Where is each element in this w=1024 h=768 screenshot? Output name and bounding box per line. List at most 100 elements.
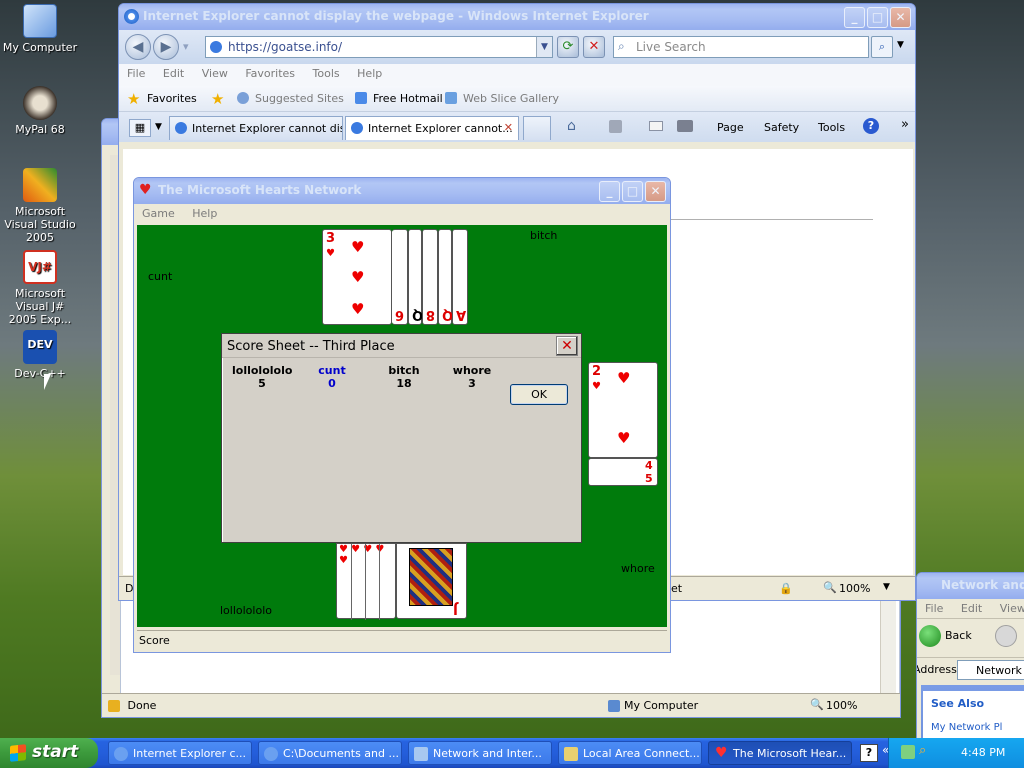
- zoom-icon[interactable]: 🔍: [823, 581, 837, 594]
- forward-arrow-icon[interactable]: ▶: [153, 34, 179, 60]
- desktop-icon-visual-jsharp[interactable]: VJ# Microsoft Visual J# 2005 Exp...: [0, 250, 80, 326]
- score-player-name: lollolololo: [232, 364, 293, 377]
- search-tray-icon[interactable]: ⌕: [919, 743, 926, 758]
- search-go-button[interactable]: ⌕: [871, 36, 893, 58]
- tab-2[interactable]: Internet Explorer cannot... ✕: [345, 116, 519, 140]
- quick-tabs-icon[interactable]: ▦: [129, 119, 151, 137]
- hearts-menu-game[interactable]: Game: [142, 207, 175, 220]
- north-card-3-hearts: 3 ♥ ♥ ♥ ♥: [322, 229, 392, 325]
- tab-list-icon[interactable]: ▼: [155, 122, 162, 132]
- north-card-6: 6: [392, 229, 408, 325]
- desktop-icon-label: Microsoft Visual J# 2005 Exp...: [8, 287, 72, 326]
- hearts-titlebar[interactable]: ♥ The Microsoft Hearts Network _ □ ✕: [134, 178, 670, 204]
- taskbar-item-local-area[interactable]: Local Area Connect...: [558, 741, 702, 765]
- zoom-icon[interactable]: 🔍: [810, 698, 824, 711]
- windows-logo-icon: [10, 744, 26, 762]
- ok-button[interactable]: OK: [510, 384, 568, 405]
- menu-edit[interactable]: Edit: [163, 67, 184, 80]
- close-button[interactable]: ✕: [645, 181, 666, 202]
- score-player-name: whore: [452, 364, 492, 377]
- ie-status-mid: et: [671, 582, 683, 595]
- command-tools[interactable]: Tools: [818, 121, 845, 134]
- menu-help[interactable]: Help: [357, 67, 382, 80]
- card-rank: 2: [592, 364, 602, 379]
- ie-titlebar[interactable]: Internet Explorer cannot display the web…: [119, 4, 915, 30]
- ie-zoom[interactable]: 100%: [839, 582, 870, 595]
- ie-window-title: Internet Explorer cannot display the web…: [143, 9, 649, 23]
- help-icon[interactable]: ?: [860, 744, 878, 762]
- help-icon[interactable]: ?: [863, 118, 879, 134]
- maximize-button[interactable]: □: [867, 7, 888, 28]
- new-tab-button[interactable]: [523, 116, 551, 140]
- refresh-icon[interactable]: ⟳: [557, 36, 579, 58]
- east-card-stack: 4 5: [588, 458, 658, 486]
- clock[interactable]: 4:48 PM: [961, 746, 1005, 759]
- forward-arrow-icon[interactable]: [995, 625, 1017, 647]
- close-button[interactable]: ✕: [556, 336, 578, 356]
- network-menu-view[interactable]: View: [1000, 602, 1024, 615]
- zoom-dropdown-icon[interactable]: ▼: [883, 582, 890, 592]
- maximize-button[interactable]: □: [622, 181, 643, 202]
- network-menu-edit[interactable]: Edit: [961, 602, 982, 615]
- taskbar-item-label: The Microsoft Hear...: [733, 747, 847, 760]
- menu-file[interactable]: File: [127, 67, 145, 80]
- close-button[interactable]: ✕: [890, 7, 911, 28]
- address-dropdown-icon[interactable]: ▼: [536, 37, 552, 57]
- ie-tab-icon: [351, 122, 363, 134]
- more-chevron-icon[interactable]: »: [901, 117, 909, 132]
- score-dialog-titlebar[interactable]: Score Sheet -- Third Place ✕: [222, 334, 581, 358]
- search-options-icon[interactable]: ▼: [897, 40, 904, 50]
- menu-tools[interactable]: Tools: [313, 67, 340, 80]
- back-arrow-icon[interactable]: [919, 625, 941, 647]
- mail-icon[interactable]: [649, 121, 663, 131]
- north-card-8: 8: [422, 229, 438, 325]
- back-arrow-icon[interactable]: ◀: [125, 34, 151, 60]
- desktop-icon-label: Dev-C++: [14, 367, 66, 380]
- taskbar-item-ie[interactable]: Internet Explorer c...: [108, 741, 252, 765]
- ie-logo-icon: [114, 747, 128, 761]
- command-page[interactable]: Page: [717, 121, 744, 134]
- desktop-icon-my-computer[interactable]: My Computer: [0, 4, 80, 54]
- web-slice-gallery-link[interactable]: Web Slice Gallery: [463, 92, 559, 105]
- network-titlebar[interactable]: Network and In: [917, 573, 1024, 599]
- taskbar-item-hearts[interactable]: ♥ The Microsoft Hear...: [708, 741, 852, 765]
- free-hotmail-link[interactable]: Free Hotmail: [373, 92, 443, 105]
- search-input[interactable]: ⌕ Live Search: [613, 36, 869, 58]
- network-connection-icon: [564, 747, 578, 761]
- start-button[interactable]: start: [0, 738, 98, 768]
- taskbar-item-network[interactable]: Network and Inter...: [408, 741, 552, 765]
- feeds-icon[interactable]: [609, 120, 622, 133]
- desktop-icon-devcpp[interactable]: DEV Dev-C++: [0, 330, 80, 380]
- desktop-icon-visual-studio[interactable]: Microsoft Visual Studio 2005: [0, 168, 80, 244]
- recent-pages-icon[interactable]: ▾: [183, 40, 189, 53]
- favorites-bar: ★ Favorites ★ Suggested Sites Free Hotma…: [119, 86, 915, 112]
- home-icon[interactable]: ⌂: [567, 118, 576, 134]
- hearts-menu-help[interactable]: Help: [192, 207, 217, 220]
- command-safety[interactable]: Safety: [764, 121, 799, 134]
- network-menu-file[interactable]: File: [925, 602, 943, 615]
- taskbar-item-documents[interactable]: C:\Documents and ...: [258, 741, 402, 765]
- network-menubar: File Edit View: [917, 599, 1024, 619]
- network-address-field[interactable]: Network a: [957, 660, 1024, 680]
- network-back-label[interactable]: Back: [945, 629, 972, 642]
- suggested-sites-link[interactable]: Suggested Sites: [255, 92, 344, 105]
- menu-favorites[interactable]: Favorites: [245, 67, 295, 80]
- address-bar[interactable]: https://goatse.info/ ▼: [205, 36, 553, 58]
- favorites-button[interactable]: Favorites: [147, 92, 197, 105]
- devcpp-icon: DEV: [23, 330, 57, 364]
- minimize-button[interactable]: _: [844, 7, 865, 28]
- network-tray-icon[interactable]: [901, 745, 915, 759]
- minimize-button[interactable]: _: [599, 181, 620, 202]
- jack-face-icon: [409, 548, 453, 606]
- close-tab-icon[interactable]: ✕: [504, 121, 513, 134]
- security-lock-icon[interactable]: 🔒: [779, 582, 793, 595]
- add-favorite-icon[interactable]: ★: [211, 90, 224, 108]
- menu-view[interactable]: View: [202, 67, 228, 80]
- south-card-jack-hearts: J: [396, 543, 467, 619]
- network-link[interactable]: My Network Pl: [931, 722, 1024, 733]
- stop-icon[interactable]: ✕: [583, 36, 605, 58]
- desktop-icon-mypal[interactable]: MyPal 68: [0, 86, 80, 136]
- back-ie-zoom[interactable]: 100%: [826, 699, 857, 712]
- print-icon[interactable]: [677, 120, 693, 132]
- tab-1[interactable]: Internet Explorer cannot dis...: [169, 116, 343, 140]
